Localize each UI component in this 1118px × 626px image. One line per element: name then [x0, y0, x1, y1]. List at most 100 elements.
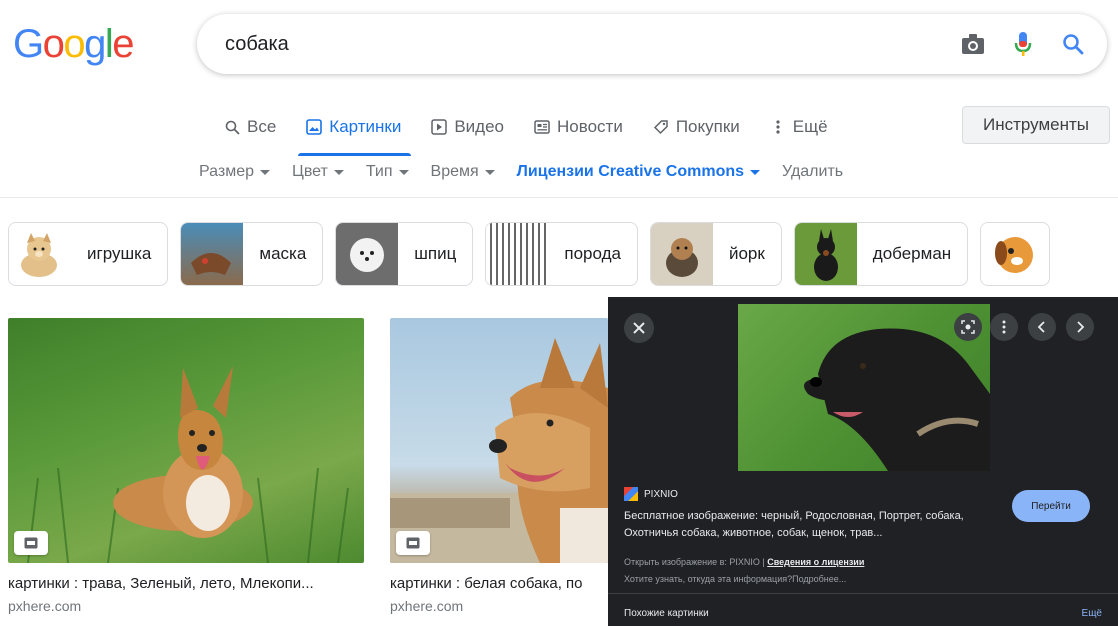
result-source: pxhere.com — [8, 598, 82, 614]
filter-color[interactable]: Цвет — [292, 163, 344, 181]
image-result[interactable]: картинки : трава, Зеленый, лето, Млекопи… — [8, 318, 364, 614]
tab-label: Новости — [557, 117, 623, 136]
tab-label: Видео — [454, 117, 505, 136]
filter-size[interactable]: Размер — [199, 163, 270, 181]
search-box — [197, 14, 1107, 74]
search-input[interactable] — [225, 30, 925, 58]
tools-button[interactable]: Инструменты — [962, 106, 1110, 144]
tag-icon — [653, 119, 669, 135]
logo-letter: G — [13, 22, 44, 66]
search-tabs: Все Картинки Видео Новости Покупки Ещё — [224, 112, 858, 156]
logo-letter: o — [42, 22, 65, 66]
google-logo[interactable]: Google — [13, 22, 134, 67]
similar-images-heading: Похожие картинки — [624, 608, 709, 619]
caret-down-icon — [750, 169, 761, 175]
caret-down-icon — [484, 169, 495, 175]
chip-doberman[interactable]: доберман — [793, 222, 969, 286]
tab-label: Все — [247, 117, 277, 136]
caret-down-icon — [260, 169, 270, 175]
panel-divider — [608, 593, 1118, 594]
source-name: PIXNIO — [644, 488, 678, 500]
tab-label: Ещё — [792, 117, 828, 136]
source-site[interactable]: PIXNIO — [624, 487, 678, 501]
result-source: pxhere.com — [390, 598, 464, 614]
image-meta: Открыть изображение в: PIXNIO | Сведения… — [624, 554, 864, 588]
search-icon — [224, 119, 240, 135]
chip-thumbnail — [794, 223, 857, 285]
tab-label: Покупки — [675, 117, 740, 136]
image-preview-panel: PIXNIO Перейти Бесплатное изображение: ч… — [608, 297, 1118, 626]
result-image[interactable] — [8, 318, 364, 563]
filter-label: Тип — [365, 163, 393, 180]
visit-button[interactable]: Перейти — [1012, 490, 1090, 522]
chip-thumbnail — [650, 223, 713, 285]
license-link[interactable]: Сведения о лицензии — [767, 557, 864, 567]
logo-letter: l — [104, 22, 114, 66]
chip-label: йорк — [728, 244, 765, 263]
logo-letter: o — [63, 22, 85, 66]
camera-icon[interactable] — [959, 30, 987, 58]
chip-thumbnail — [336, 223, 399, 285]
filter-label: Удалить — [782, 163, 844, 180]
preview-image[interactable] — [738, 304, 990, 471]
chip-yorkie[interactable]: йорк — [649, 222, 782, 286]
chip-cartoon[interactable] — [980, 222, 1051, 286]
play-icon — [431, 119, 448, 135]
microphone-icon[interactable] — [1009, 30, 1037, 58]
tab-video[interactable]: Видео — [431, 112, 504, 142]
image-icon — [396, 531, 430, 555]
image-description[interactable]: Бесплатное изображение: черный, Родослов… — [624, 508, 1004, 542]
caret-down-icon — [398, 169, 409, 175]
news-icon — [534, 119, 550, 135]
search-icon[interactable] — [1059, 30, 1087, 58]
search-icons — [959, 30, 1087, 58]
chip-mask[interactable]: маска — [180, 222, 324, 286]
filter-label: Цвет — [292, 163, 328, 180]
result-title[interactable]: картинки : белая собака, по — [390, 575, 608, 592]
more-similar-link[interactable]: Ещё — [1082, 608, 1102, 619]
tab-all[interactable]: Все — [224, 112, 276, 142]
image-result[interactable]: картинки : белая собака, по pxhere.com — [390, 318, 608, 614]
more-vert-icon[interactable] — [990, 313, 1018, 341]
more-vert-icon — [770, 119, 786, 135]
tab-news[interactable]: Новости — [534, 112, 623, 142]
chip-breed[interactable]: порода — [485, 222, 638, 286]
filter-type[interactable]: Тип — [366, 163, 409, 181]
chip-label: доберман — [872, 244, 952, 263]
result-image[interactable] — [390, 318, 608, 563]
filter-clear[interactable]: Удалить — [782, 163, 843, 181]
result-title[interactable]: картинки : трава, Зеленый, лето, Млекопи… — [8, 575, 364, 592]
chip-label: игрушка — [87, 244, 152, 263]
tab-shopping[interactable]: Покупки — [653, 112, 740, 142]
chevron-left-icon[interactable] — [1028, 313, 1056, 341]
logo-letter: g — [84, 22, 106, 66]
open-in-text: Открыть изображение в: PIXNIO | — [624, 557, 765, 567]
related-chips: игрушка маска шпиц порода йорк доберман — [8, 222, 1051, 286]
chip-thumbnail — [9, 223, 71, 285]
filter-time[interactable]: Время — [431, 163, 495, 181]
tab-more[interactable]: Ещё — [770, 112, 828, 142]
close-icon[interactable] — [624, 313, 654, 343]
logo-letter: e — [112, 22, 134, 66]
caret-down-icon — [333, 169, 344, 175]
image-icon — [306, 119, 323, 135]
lens-icon[interactable] — [954, 313, 982, 341]
chip-label: шпиц — [414, 244, 457, 263]
filter-label: Лицензии Creative Commons — [516, 163, 745, 180]
image-icon — [14, 531, 48, 555]
filter-bar: Размер Цвет Тип Время Лицензии Creative … — [199, 163, 865, 181]
filter-license[interactable]: Лицензии Creative Commons — [516, 163, 761, 181]
header-divider — [0, 197, 1118, 198]
tab-images[interactable]: Картинки — [298, 112, 412, 156]
chevron-right-icon[interactable] — [1066, 313, 1094, 341]
chip-spitz[interactable]: шпиц — [335, 222, 474, 286]
filter-label: Время — [430, 163, 479, 180]
filter-label: Размер — [199, 163, 254, 180]
chip-toy[interactable]: игрушка — [8, 222, 169, 286]
pixnio-logo-icon — [624, 487, 638, 501]
chip-thumbnail — [981, 223, 1044, 285]
tab-label: Картинки — [329, 117, 402, 136]
chip-thumbnail — [486, 223, 549, 285]
chip-thumbnail — [181, 223, 244, 285]
info-text[interactable]: Хотите узнать, откуда эта информация?Под… — [624, 571, 864, 588]
